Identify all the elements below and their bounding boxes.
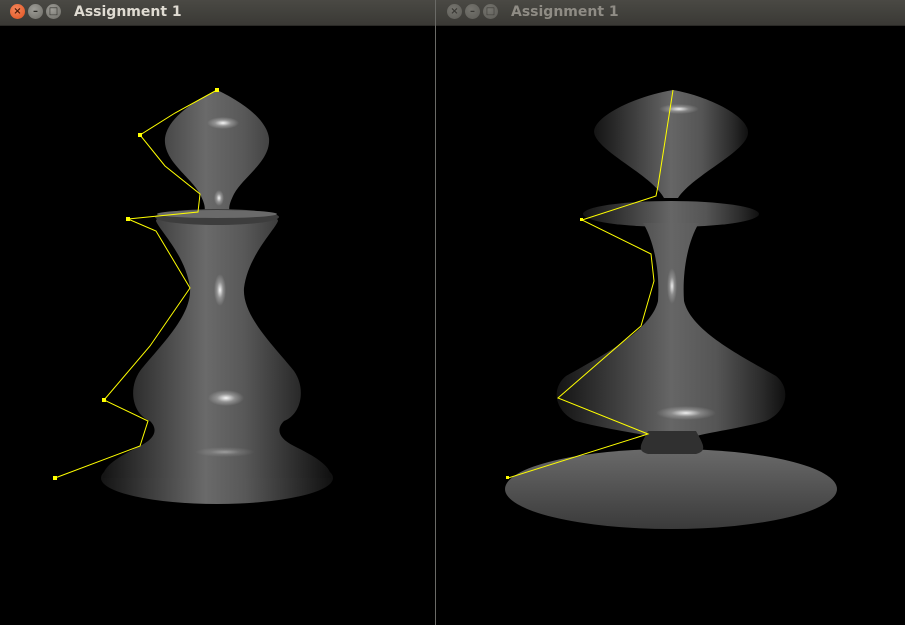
window-title: Assignment 1: [74, 4, 182, 20]
right-window: × – □ Assignment 1: [436, 0, 905, 625]
left-window: × – □ Assignment 1: [0, 0, 435, 625]
window-title: Assignment 1: [511, 4, 619, 20]
right-title-bar[interactable]: × – □ Assignment 1: [436, 0, 905, 26]
close-icon[interactable]: ×: [10, 4, 25, 19]
base-disc: [505, 449, 837, 529]
minimize-icon[interactable]: –: [465, 4, 480, 19]
close-icon[interactable]: ×: [447, 4, 462, 19]
maximize-icon[interactable]: □: [483, 4, 498, 19]
right-surface-render: [505, 89, 837, 529]
minimize-icon[interactable]: –: [28, 4, 43, 19]
left-surface-render: [53, 88, 333, 504]
control-points[interactable]: [506, 218, 583, 479]
right-gl-viewport[interactable]: [436, 26, 905, 625]
maximize-icon[interactable]: □: [46, 4, 61, 19]
left-gl-viewport[interactable]: [0, 26, 435, 625]
left-title-bar[interactable]: × – □ Assignment 1: [0, 0, 435, 26]
